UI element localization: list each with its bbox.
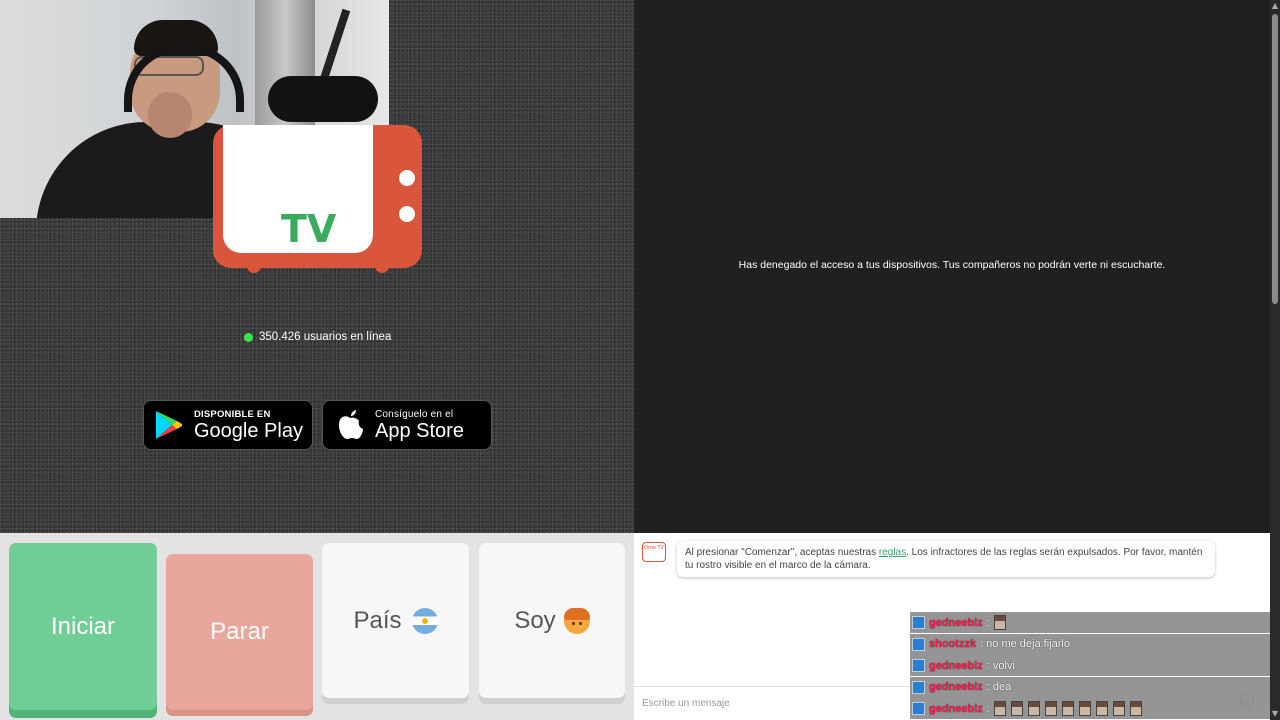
twitch-badge-icon <box>912 702 925 715</box>
app-store-button[interactable]: Consíguelo en el App Store <box>322 400 492 450</box>
microphone <box>268 76 378 122</box>
stream-chat-row: gedneeblz: dea <box>910 676 1270 698</box>
twitch-badge-icon <box>912 680 925 694</box>
stream-chat-username: gedneeblz <box>929 616 983 629</box>
stream-chat-message: : no me deja fijarlo <box>980 638 1070 650</box>
emote-icon <box>1112 701 1125 716</box>
stream-chat-message: : dea <box>986 681 1012 693</box>
online-counter: 350.426 usuarios en línea <box>244 329 391 345</box>
stream-chat-message: : <box>986 616 990 629</box>
stream-chat-row: gedneeblz: <box>910 698 1270 719</box>
stranger-video-area: TV 350.426 usuarios en línea Disponible … <box>0 0 634 533</box>
scroll-down-icon[interactable]: ▼ <box>1271 710 1279 718</box>
app-store-small-text: Consíguelo en el <box>375 408 454 420</box>
google-play-small-text: Disponible en <box>194 408 271 420</box>
rules-notice: Al presionar "Comenzar", aceptas nuestra… <box>677 541 1215 577</box>
tv-knob-icon <box>399 206 415 222</box>
emote-icon <box>1078 701 1091 716</box>
apple-icon <box>339 410 363 439</box>
country-select-button[interactable]: País <box>322 543 469 698</box>
tv-logo-text: TV <box>281 207 337 251</box>
stop-button[interactable]: Parar <box>166 554 313 710</box>
stream-chat-username: gedneeblz <box>929 681 983 693</box>
person-hand <box>148 92 192 138</box>
stream-chat-username: gedneeblz <box>929 702 983 715</box>
tv-knob-icon <box>399 170 415 186</box>
stream-chat-row: shootzzk: no me deja fijarlo <box>910 633 1270 655</box>
twitch-badge-icon <box>912 616 925 629</box>
gender-select-button[interactable]: Soy <box>479 543 625 698</box>
rules-notice-prefix: Al presionar "Comenzar", aceptas nuestra… <box>685 547 879 558</box>
emote-icon <box>1095 701 1108 716</box>
start-button[interactable]: Iniciar <box>9 543 157 710</box>
ometv-chat-logo-icon: Ome TV <box>642 542 666 562</box>
app-store-big-text: App Store <box>375 419 464 442</box>
stream-chat-username: gedneeblz <box>929 659 983 672</box>
stream-chat-message: : volvi <box>986 659 1015 672</box>
scroll-up-icon[interactable]: ▲ <box>1271 2 1279 10</box>
tv-leg <box>375 261 389 273</box>
online-count-text: 350.426 usuarios en línea <box>259 331 392 343</box>
tv-leg <box>247 261 261 273</box>
google-play-button[interactable]: Disponible en Google Play <box>143 400 313 450</box>
stream-chat-username: shootzzk <box>929 638 977 650</box>
boy-face-icon <box>563 607 590 634</box>
tv-screen: TV <box>223 125 373 253</box>
emote-icon <box>1044 701 1057 716</box>
emote-icon <box>1061 701 1074 716</box>
emote-icon <box>1010 701 1023 716</box>
emote-icon <box>1129 701 1142 716</box>
message-input-placeholder: Escribe un mensaje <box>642 698 730 709</box>
online-status-icon <box>244 332 253 342</box>
twitch-badge-icon <box>912 659 925 672</box>
controls-panel: Iniciar Parar País Soy <box>0 533 634 720</box>
device-access-denied-message: Has denegado el acceso a tus dispositivo… <box>738 259 1166 271</box>
ometv-logo: TV <box>213 125 422 273</box>
gender-button-label: Soy <box>514 606 556 634</box>
country-button-label: País <box>353 606 402 634</box>
google-play-big-text: Google Play <box>194 419 303 442</box>
twitch-badge-icon <box>912 637 925 651</box>
start-button-label: Iniciar <box>50 612 116 640</box>
argentina-flag-icon <box>411 607 438 634</box>
emote-icon <box>1027 701 1040 716</box>
stop-button-label: Parar <box>210 618 269 645</box>
rules-link[interactable]: reglas <box>879 547 906 558</box>
emote-icon <box>993 701 1006 716</box>
stream-chat-message: : <box>986 702 990 715</box>
scrollbar-thumb[interactable] <box>1272 14 1278 304</box>
page-scrollbar[interactable]: ▲ ▼ <box>1270 0 1280 720</box>
stream-chat-overlay: gedneeblz: shootzzk: no me deja fijarlo ge… <box>910 612 1270 720</box>
emote-icon <box>993 615 1006 630</box>
google-play-icon <box>156 411 182 439</box>
stream-chat-row: gedneeblz: volvi <box>910 655 1270 676</box>
stream-chat-row: gedneeblz: <box>910 612 1270 633</box>
